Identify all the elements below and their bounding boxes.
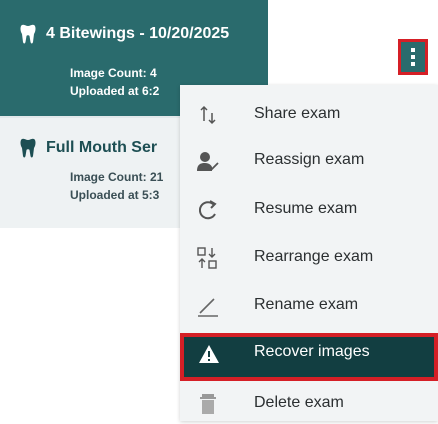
exam-title: 4 Bitewings - 10/20/2025 bbox=[46, 25, 230, 42]
menu-item-rearrange-exam[interactable]: Rearrange exam bbox=[180, 238, 438, 278]
menu-item-label: Rearrange exam bbox=[254, 248, 374, 265]
pencil-icon bbox=[196, 294, 220, 318]
menu-item-label: Rename exam bbox=[254, 296, 359, 313]
menu-item-rename-exam[interactable]: Rename exam bbox=[180, 286, 438, 326]
trash-icon bbox=[196, 392, 220, 416]
menu-item-label: Recover images bbox=[254, 343, 370, 360]
uploaded-at-label: Uploaded at 6:2 bbox=[70, 84, 160, 98]
uploaded-at-label: Uploaded at 5:3 bbox=[70, 188, 160, 202]
menu-item-label: Delete exam bbox=[254, 394, 344, 411]
resume-rotate-icon bbox=[196, 198, 220, 222]
menu-item-reassign-exam[interactable]: Reassign exam bbox=[180, 141, 438, 181]
image-count-label: Image Count: 4 bbox=[70, 66, 157, 80]
exam-title: Full Mouth Ser bbox=[46, 139, 158, 156]
image-count-label: Image Count: 21 bbox=[70, 170, 164, 184]
exam-context-menu: Share exam Reassign exam Resume exam Rea… bbox=[180, 85, 438, 421]
more-options-button[interactable] bbox=[398, 39, 428, 75]
share-sort-icon bbox=[196, 103, 220, 127]
menu-item-label: Reassign exam bbox=[254, 151, 365, 168]
menu-item-resume-exam[interactable]: Resume exam bbox=[180, 190, 438, 230]
reassign-user-icon bbox=[196, 149, 220, 173]
tooth-icon bbox=[20, 24, 36, 44]
menu-item-label: Resume exam bbox=[254, 200, 358, 217]
menu-item-recover-images[interactable]: Recover images bbox=[180, 333, 438, 381]
menu-item-label: Share exam bbox=[254, 105, 341, 122]
tooth-icon bbox=[20, 138, 36, 158]
kebab-menu-icon bbox=[411, 48, 415, 66]
rearrange-icon bbox=[196, 246, 220, 270]
warning-icon bbox=[197, 342, 221, 366]
menu-item-share-exam[interactable]: Share exam bbox=[180, 95, 438, 135]
menu-item-delete-exam[interactable]: Delete exam bbox=[180, 384, 438, 424]
